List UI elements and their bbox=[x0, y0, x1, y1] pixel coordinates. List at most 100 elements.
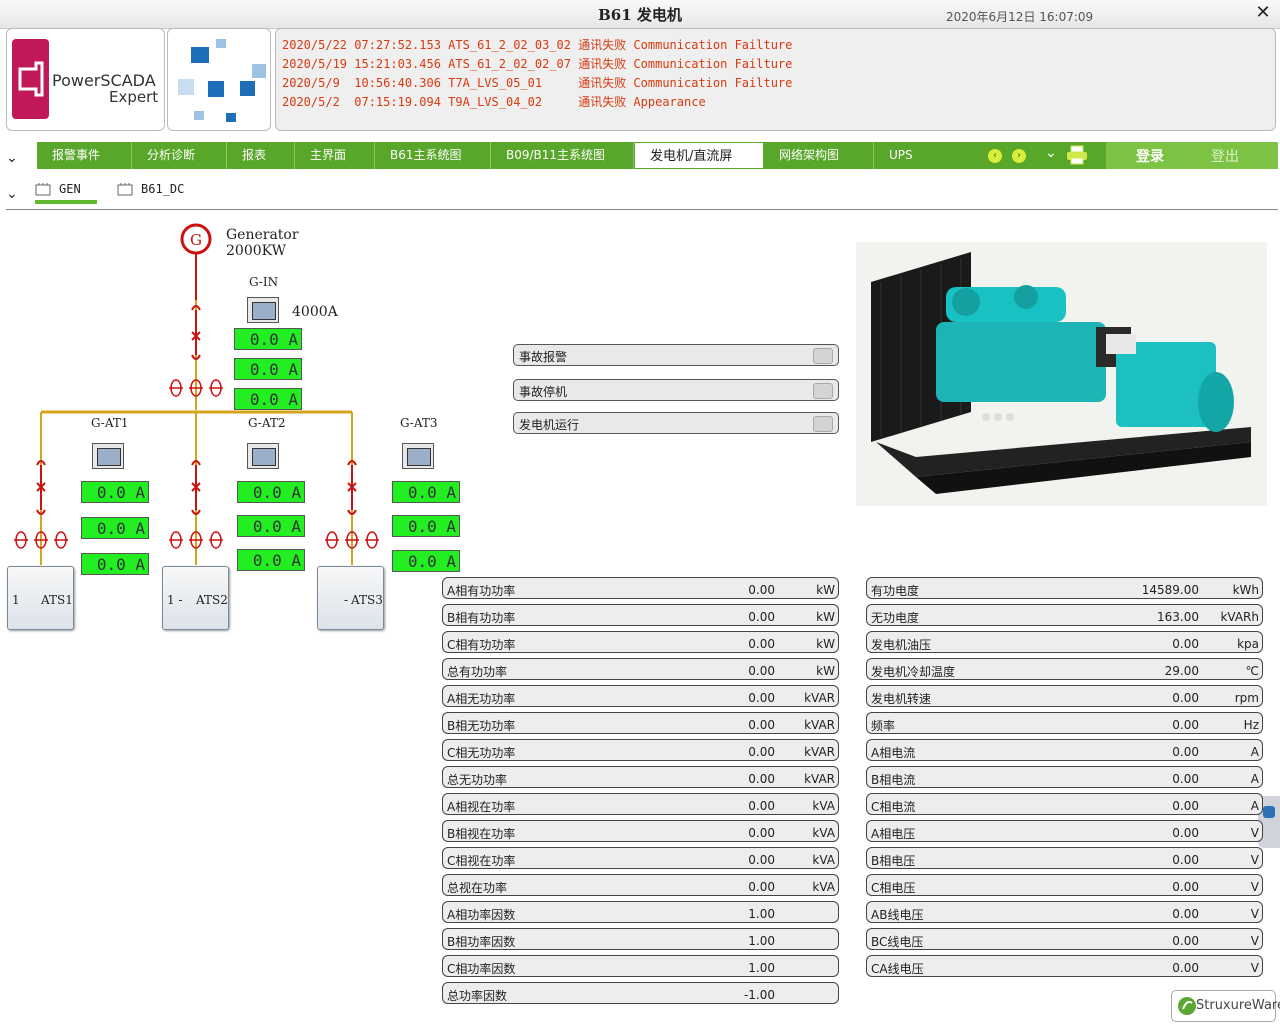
ats2-box[interactable]: 1 - ATS2 bbox=[162, 566, 229, 630]
row-label: A相视在功率 bbox=[447, 800, 516, 814]
status-label: 发电机运行 bbox=[519, 418, 580, 432]
row-value: 0.00 bbox=[748, 637, 775, 651]
alarm-row[interactable]: 2020/5/2 07:15:19.094 T9A_LVS_04_02 通讯失败… bbox=[282, 93, 706, 110]
tab-alarm-events[interactable]: 报警事件 bbox=[37, 142, 132, 169]
row-label: A相功率因数 bbox=[447, 908, 516, 922]
data-row: B相电流 0.00 A bbox=[866, 766, 1263, 788]
print-icon[interactable] bbox=[1066, 145, 1088, 168]
data-row: A相电流 0.00 A bbox=[866, 739, 1263, 761]
row-label: C相功率因数 bbox=[447, 962, 516, 976]
subtab-b61-dc[interactable]: B61_DC bbox=[141, 182, 184, 196]
logout-button[interactable]: 登出 bbox=[1211, 146, 1239, 166]
data-row: C相无功功率 0.00 kVAR bbox=[442, 739, 839, 761]
data-row: 发电机转速 0.00 rpm bbox=[866, 685, 1263, 707]
status-running: 发电机运行 bbox=[513, 412, 839, 434]
feeder-label: G-AT3 bbox=[400, 416, 438, 430]
meter-icon[interactable] bbox=[247, 297, 279, 323]
row-label: C相电压 bbox=[871, 881, 916, 895]
meter-icon[interactable] bbox=[92, 443, 124, 469]
row-unit: kVAR bbox=[804, 772, 835, 786]
tab-reports[interactable]: 报表 bbox=[227, 142, 295, 169]
data-row: A相视在功率 0.00 kVA bbox=[442, 793, 839, 815]
data-row: 无功电度 163.00 kVARh bbox=[866, 604, 1263, 626]
row-unit: V bbox=[1250, 907, 1259, 921]
ats1-label: ATS1 bbox=[41, 593, 73, 607]
row-value: 0.00 bbox=[1172, 907, 1199, 921]
alarm-row[interactable]: 2020/5/9 10:56:40.306 T7A_LVS_05_01 通讯失败… bbox=[282, 74, 792, 91]
row-label: 无功电度 bbox=[871, 611, 920, 625]
data-row: B相有功功率 0.00 kW bbox=[442, 604, 839, 626]
alarm-row[interactable]: 2020/5/19 15:21:03.456 ATS_61_2_02_02_07… bbox=[282, 55, 792, 72]
row-value: 0.00 bbox=[1172, 718, 1199, 732]
data-row: 发电机冷却温度 29.00 ℃ bbox=[866, 658, 1263, 680]
tab-b61-system[interactable]: B61主系统图 bbox=[375, 142, 491, 169]
nav-dropdown-icon[interactable]: ⌄ bbox=[1045, 145, 1057, 161]
row-value: 29.00 bbox=[1164, 664, 1199, 678]
subtab-active-indicator bbox=[35, 200, 97, 204]
tab-analysis[interactable]: 分析诊断 bbox=[132, 142, 227, 169]
row-unit: kW bbox=[816, 610, 835, 624]
row-label: C相视在功率 bbox=[447, 854, 516, 868]
at2-current: 0.0 A bbox=[237, 549, 305, 571]
row-value: 0.00 bbox=[1172, 691, 1199, 705]
row-unit: kVA bbox=[812, 799, 835, 813]
data-row: B相视在功率 0.00 kVA bbox=[442, 820, 839, 842]
tab-b09-b11-system[interactable]: B09/B11主系统图 bbox=[491, 142, 634, 169]
nav-prev-icon[interactable]: ‹ bbox=[988, 149, 1002, 163]
data-row: C相视在功率 0.00 kVA bbox=[442, 847, 839, 869]
row-unit: kW bbox=[816, 664, 835, 678]
row-value: 0.00 bbox=[748, 610, 775, 624]
row-value: 0.00 bbox=[1172, 637, 1199, 651]
status-label: 事故停机 bbox=[519, 385, 568, 399]
expand-nav-icon[interactable]: ⌄ bbox=[6, 150, 18, 166]
row-unit: kVARh bbox=[1220, 610, 1259, 624]
row-value: 0.00 bbox=[1172, 961, 1199, 975]
row-value: 0.00 bbox=[748, 772, 775, 786]
row-unit: kVAR bbox=[804, 691, 835, 705]
tab-network[interactable]: 网络架构图 bbox=[764, 142, 874, 169]
at3-current: 0.0 A bbox=[392, 481, 460, 503]
tab-generator-dc[interactable]: 发电机/直流屏 bbox=[634, 142, 764, 169]
data-row: 有功电度 14589.00 kWh bbox=[866, 577, 1263, 599]
at1-current: 0.0 A bbox=[81, 517, 149, 539]
ats1-box[interactable]: 1 ATS1 bbox=[7, 566, 74, 630]
at1-current: 0.0 A bbox=[81, 481, 149, 503]
at3-current: 0.0 A bbox=[392, 515, 460, 537]
subtab-gen[interactable]: GEN bbox=[59, 182, 81, 196]
close-button[interactable]: ✕ bbox=[1252, 2, 1274, 24]
row-value: 0.00 bbox=[1172, 934, 1199, 948]
row-label: B相电压 bbox=[871, 854, 916, 868]
data-row: A相电压 0.00 V bbox=[866, 820, 1263, 842]
data-row: B相无功功率 0.00 kVAR bbox=[442, 712, 839, 734]
row-label: AB线电压 bbox=[871, 908, 924, 922]
row-unit: kVA bbox=[812, 826, 835, 840]
data-row: 发电机油压 0.00 kpa bbox=[866, 631, 1263, 653]
powerscada-logo: PowerSCADA Expert bbox=[6, 28, 165, 131]
row-value: 1.00 bbox=[748, 907, 775, 921]
row-value: 0.00 bbox=[748, 745, 775, 759]
row-label: B相功率因数 bbox=[447, 935, 516, 949]
login-button[interactable]: 登录 bbox=[1136, 146, 1164, 166]
subtab-gen-icon bbox=[35, 182, 51, 199]
row-value: 0.00 bbox=[1172, 772, 1199, 786]
tab-ups[interactable]: UPS bbox=[874, 142, 984, 169]
meter-icon[interactable] bbox=[402, 443, 434, 469]
meter-icon[interactable] bbox=[247, 443, 279, 469]
alarm-row[interactable]: 2020/5/22 07:27:52.153 ATS_61_2_02_03_02… bbox=[282, 36, 792, 53]
expand-subnav-icon[interactable]: ⌄ bbox=[6, 186, 18, 202]
data-row: 总无功功率 0.00 kVAR bbox=[442, 766, 839, 788]
row-value: 0.00 bbox=[748, 880, 775, 894]
ats3-box[interactable]: - ATS3 bbox=[317, 566, 384, 630]
status-led bbox=[813, 348, 833, 364]
at2-current: 0.0 A bbox=[237, 515, 305, 537]
row-label: A相有功功率 bbox=[447, 584, 516, 598]
nav-next-icon[interactable]: › bbox=[1012, 149, 1026, 163]
row-label: CA线电压 bbox=[871, 962, 924, 976]
tab-main[interactable]: 主界面 bbox=[295, 142, 375, 169]
ats2-label: ATS2 bbox=[196, 593, 228, 607]
at3-current: 0.0 A bbox=[392, 550, 460, 572]
data-row: 总视在功率 0.00 kVA bbox=[442, 874, 839, 896]
row-value: 1.00 bbox=[748, 934, 775, 948]
row-label: B相视在功率 bbox=[447, 827, 516, 841]
row-unit: V bbox=[1250, 880, 1259, 894]
